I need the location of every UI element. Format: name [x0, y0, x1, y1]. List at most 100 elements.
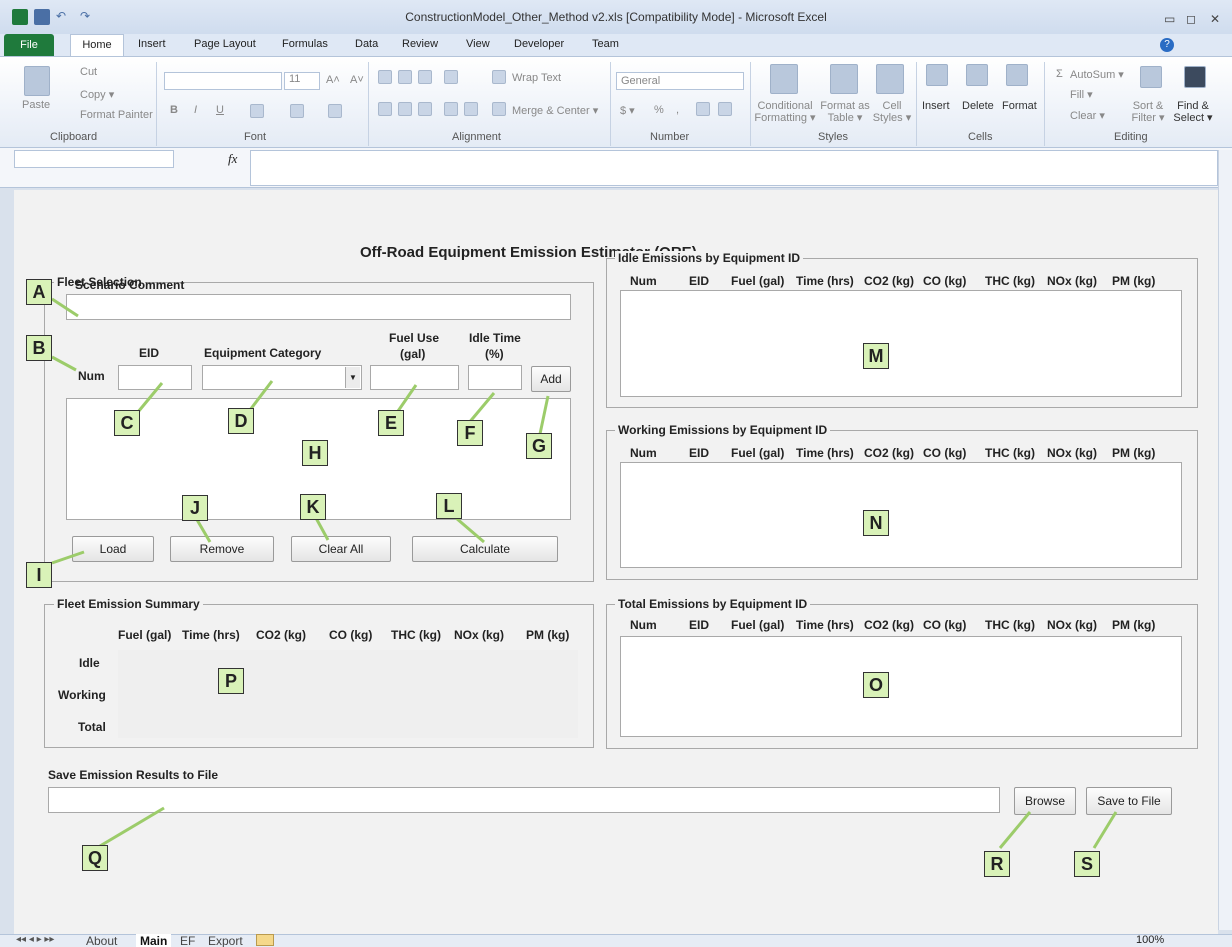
callout-n: N: [863, 510, 889, 536]
delete-cells-button[interactable]: Delete: [962, 100, 994, 112]
fx-icon[interactable]: fx: [228, 151, 237, 167]
decrease-decimal-icon[interactable]: [718, 102, 732, 116]
name-box[interactable]: [14, 150, 174, 168]
copy-button[interactable]: Copy ▾: [80, 88, 114, 101]
percent-button[interactable]: %: [654, 104, 664, 116]
tab-review[interactable]: Review: [402, 38, 438, 50]
cell-styles-button[interactable]: Cell Styles ▾: [872, 100, 912, 124]
autosum-button[interactable]: AutoSum ▾: [1070, 68, 1124, 81]
decrease-indent-icon[interactable]: [444, 102, 458, 116]
tab-insert[interactable]: Insert: [138, 38, 166, 50]
cut-button[interactable]: Cut: [80, 66, 97, 78]
zoom-level[interactable]: 100%: [1136, 934, 1164, 946]
browse-button[interactable]: Browse: [1014, 787, 1076, 815]
idle-time-input[interactable]: [468, 365, 522, 390]
save-to-file-button[interactable]: Save to File: [1086, 787, 1172, 815]
separator: [1044, 62, 1045, 146]
align-center-icon[interactable]: [398, 102, 412, 116]
eid-input[interactable]: [118, 365, 192, 390]
tab-developer[interactable]: Developer: [514, 38, 564, 50]
minimize-icon[interactable]: ▭: [1164, 12, 1175, 26]
sheet-tab-export[interactable]: Export: [208, 934, 243, 947]
sheet-tab-about[interactable]: About: [86, 934, 117, 947]
maximize-icon[interactable]: ◻: [1186, 12, 1196, 26]
working-emissions-list[interactable]: [620, 462, 1182, 568]
currency-button[interactable]: $ ▾: [620, 104, 635, 117]
sheet-nav-icon[interactable]: ◂◂ ◂ ▸ ▸▸: [16, 934, 54, 945]
save-path-input[interactable]: [48, 787, 1000, 813]
wrap-text-icon[interactable]: [492, 70, 506, 84]
sheet-tab-ef[interactable]: EF: [180, 934, 195, 947]
tab-view[interactable]: View: [466, 38, 490, 50]
vertical-scrollbar[interactable]: [1218, 150, 1232, 930]
insert-sheet-icon[interactable]: [256, 934, 274, 946]
tab-file[interactable]: File: [4, 34, 54, 56]
sort-filter-icon[interactable]: [1140, 66, 1162, 88]
wrap-text-button[interactable]: Wrap Text: [512, 72, 561, 84]
comma-button[interactable]: ,: [676, 104, 679, 116]
callout-c: C: [114, 410, 140, 436]
font-size-dropdown[interactable]: 11: [284, 72, 320, 90]
tab-team[interactable]: Team: [592, 38, 619, 50]
equipment-category-dropdown[interactable]: [202, 365, 362, 390]
font-color-icon[interactable]: [328, 104, 342, 118]
help-icon[interactable]: ?: [1160, 38, 1174, 52]
tab-home[interactable]: Home: [70, 34, 124, 56]
tab-page-layout[interactable]: Page Layout: [194, 38, 256, 50]
increase-decimal-icon[interactable]: [696, 102, 710, 116]
fill-button[interactable]: Fill ▾: [1070, 88, 1093, 101]
calculate-button[interactable]: Calculate: [412, 536, 558, 562]
add-button[interactable]: Add: [531, 366, 571, 392]
chevron-down-icon[interactable]: ▼: [345, 367, 360, 388]
delete-cells-icon[interactable]: [966, 64, 988, 86]
insert-cells-button[interactable]: Insert: [922, 100, 950, 112]
find-select-button[interactable]: Find & Select ▾: [1170, 100, 1216, 124]
callout-b: B: [26, 335, 52, 361]
sort-filter-button[interactable]: Sort & Filter ▾: [1128, 100, 1168, 124]
tab-formulas[interactable]: Formulas: [282, 38, 328, 50]
fill-color-icon[interactable]: [290, 104, 304, 118]
bottom-align-icon[interactable]: [418, 70, 432, 84]
underline-button[interactable]: U: [216, 104, 224, 116]
conditional-formatting-icon[interactable]: [770, 64, 798, 94]
middle-align-icon[interactable]: [398, 70, 412, 84]
top-align-icon[interactable]: [378, 70, 392, 84]
number-format-dropdown[interactable]: General: [616, 72, 744, 90]
idle-emissions-list[interactable]: [620, 290, 1182, 397]
borders-icon[interactable]: [250, 104, 264, 118]
paste-button[interactable]: Paste: [22, 99, 50, 111]
paste-icon[interactable]: [24, 66, 50, 96]
increase-indent-icon[interactable]: [464, 102, 478, 116]
format-painter-button[interactable]: Format Painter: [80, 109, 153, 121]
format-as-table-button[interactable]: Format as Table ▾: [818, 100, 872, 124]
align-left-icon[interactable]: [378, 102, 392, 116]
format-as-table-icon[interactable]: [830, 64, 858, 94]
merge-center-button[interactable]: Merge & Center ▾: [512, 104, 598, 117]
sheet-tab-main[interactable]: Main: [136, 934, 172, 947]
clear-button[interactable]: Clear ▾: [1070, 109, 1105, 122]
shrink-font-button[interactable]: A˅: [350, 74, 364, 86]
conditional-formatting-button[interactable]: Conditional Formatting ▾: [754, 100, 816, 124]
grow-font-button[interactable]: A˄: [326, 74, 340, 86]
load-button[interactable]: Load: [72, 536, 154, 562]
merge-icon[interactable]: [492, 102, 506, 116]
orientation-icon[interactable]: [444, 70, 458, 84]
binoculars-icon[interactable]: [1184, 66, 1206, 88]
format-cells-button[interactable]: Format: [1002, 100, 1037, 112]
scenario-comment-input[interactable]: [66, 294, 571, 320]
font-name-dropdown[interactable]: [164, 72, 282, 90]
fuel-use-input[interactable]: [370, 365, 459, 390]
close-icon[interactable]: ✕: [1210, 12, 1220, 26]
formula-input[interactable]: [250, 150, 1218, 186]
clear-all-button[interactable]: Clear All: [291, 536, 391, 562]
italic-button[interactable]: I: [194, 104, 197, 116]
cell-styles-icon[interactable]: [876, 64, 904, 94]
summary-col-pm: PM (kg): [526, 628, 570, 642]
remove-button[interactable]: Remove: [170, 536, 274, 562]
total-emissions-list[interactable]: [620, 636, 1182, 737]
bold-button[interactable]: B: [170, 104, 178, 116]
align-right-icon[interactable]: [418, 102, 432, 116]
tab-data[interactable]: Data: [355, 38, 378, 50]
insert-cells-icon[interactable]: [926, 64, 948, 86]
format-cells-icon[interactable]: [1006, 64, 1028, 86]
